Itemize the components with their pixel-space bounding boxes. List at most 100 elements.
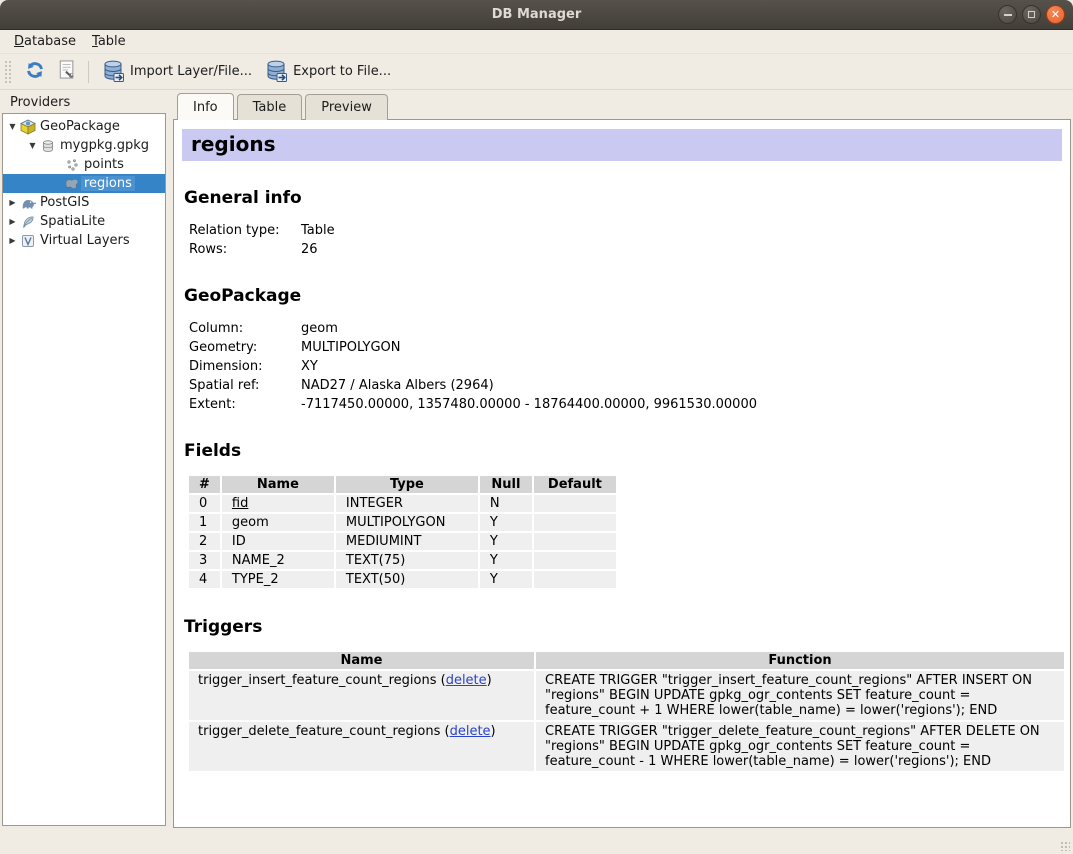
expander-collapsed-icon[interactable]: ▶ [6,198,19,207]
field-type: INTEGER [336,495,478,512]
field-name: TYPE_2 [222,571,334,588]
spatialite-icon [19,215,37,229]
info-label: Dimension: [189,357,301,376]
field-name: fid [222,495,334,512]
geopackage-heading: GeoPackage [184,286,1062,306]
column-header: Type [336,476,478,493]
info-value: 26 [301,240,1062,259]
main-area: Providers ▼ GeoPackage ▼ [0,90,1073,830]
import-layer-label: Import Layer/File... [130,64,252,79]
field-type: MULTIPOLYGON [336,514,478,531]
triggers-header-row: Name Function [189,652,1064,669]
table-row: 4 TYPE_2 TEXT(50) Y [189,571,616,588]
expander-expanded-icon[interactable]: ▼ [6,122,19,131]
window-controls: ✕ [998,5,1065,24]
general-info-heading: General info [184,188,1062,208]
database-icon [39,139,57,153]
column-header: # [189,476,220,493]
info-value: geom [301,319,1062,338]
info-panel: regions General info Relation type: Tabl… [173,119,1071,828]
maximize-icon [1028,11,1035,18]
tree-item-mygpkg[interactable]: ▼ mygpkg.gpkg [3,136,165,155]
import-database-icon [101,58,125,86]
geopackage-icon [19,119,37,135]
column-header: Null [480,476,532,493]
field-default [534,571,616,588]
menu-table[interactable]: Table [84,31,134,52]
tree-item-points[interactable]: points [3,155,165,174]
polygon-layer-icon [63,177,81,191]
field-type: MEDIUMINT [336,533,478,550]
info-row: Dimension: XY [182,357,1062,376]
minimize-icon [1004,14,1012,16]
titlebar[interactable]: DB Manager ✕ [0,0,1073,30]
toolbar-drag-handle[interactable] [4,60,12,84]
expander-collapsed-icon[interactable]: ▶ [6,236,19,245]
info-value: MULTIPOLYGON [301,338,1062,357]
field-name: NAME_2 [222,552,334,569]
column-header: Default [534,476,616,493]
expander-collapsed-icon[interactable]: ▶ [6,217,19,226]
field-default [534,552,616,569]
tree-item-label: PostGIS [37,195,92,210]
maximize-button[interactable] [1022,5,1041,24]
toolbar: Import Layer/File... Export to File... [0,54,1073,90]
field-default [534,495,616,512]
tree-item-label: regions [81,176,135,191]
minimize-button[interactable] [998,5,1017,24]
field-null: Y [480,571,532,588]
tree-item-label: GeoPackage [37,119,123,134]
resize-grip[interactable] [1060,841,1070,851]
trigger-name-cell: trigger_insert_feature_count_regions (de… [189,671,534,720]
delete-trigger-link[interactable]: delete [446,673,487,688]
window-title: DB Manager [0,7,1073,22]
tree-item-spatialite[interactable]: ▶ SpatiaLite [3,212,165,231]
tree-item-label: Virtual Layers [37,233,133,248]
trigger-function: CREATE TRIGGER "trigger_delete_feature_c… [536,722,1064,771]
field-null: N [480,495,532,512]
triggers-heading: Triggers [184,617,1062,637]
column-header: Function [536,652,1064,669]
points-layer-icon [63,158,81,172]
tree-item-geopackage[interactable]: ▼ GeoPackage [3,117,165,136]
field-num: 2 [189,533,220,550]
providers-tree[interactable]: ▼ GeoPackage ▼ [2,113,166,826]
field-num: 3 [189,552,220,569]
field-num: 0 [189,495,220,512]
tree-item-label: points [81,157,127,172]
tree-item-regions[interactable]: regions [3,174,165,193]
refresh-button[interactable] [18,56,52,88]
import-layer-button[interactable]: Import Layer/File... [95,55,258,89]
info-label: Column: [189,319,301,338]
sql-window-button[interactable] [52,56,82,87]
field-type: TEXT(50) [336,571,478,588]
field-num: 1 [189,514,220,531]
table-row: 1 geom MULTIPOLYGON Y [189,514,616,531]
tab-table[interactable]: Table [237,94,303,120]
menu-database[interactable]: Database [6,31,84,52]
table-row: 3 NAME_2 TEXT(75) Y [189,552,616,569]
refresh-icon [24,59,46,85]
info-label: Geometry: [189,338,301,357]
field-type: TEXT(75) [336,552,478,569]
info-row: Extent: -7117450.00000, 1357480.00000 - … [182,395,1062,414]
tree-item-virtual-layers[interactable]: ▶ Virtual Layers [3,231,165,250]
tree-item-postgis[interactable]: ▶ PostGIS [3,193,165,212]
tab-preview[interactable]: Preview [305,94,388,120]
statusbar [0,830,1073,854]
table-row: 0 fid INTEGER N [189,495,616,512]
info-value: Table [301,221,1062,240]
export-file-button[interactable]: Export to File... [258,55,397,89]
providers-dock: Providers ▼ GeoPackage ▼ [2,92,166,830]
table-row: 2 ID MEDIUMINT Y [189,533,616,550]
field-null: Y [480,533,532,550]
tab-info[interactable]: Info [177,93,234,120]
expander-expanded-icon[interactable]: ▼ [26,141,39,150]
delete-trigger-link[interactable]: delete [450,724,491,739]
tree-item-label: SpatiaLite [37,214,108,229]
db-manager-window: DB Manager ✕ Database Table [0,0,1073,854]
info-label: Relation type: [189,221,301,240]
info-row: Rows: 26 [182,240,1062,259]
column-header: Name [189,652,534,669]
close-button[interactable]: ✕ [1046,5,1065,24]
